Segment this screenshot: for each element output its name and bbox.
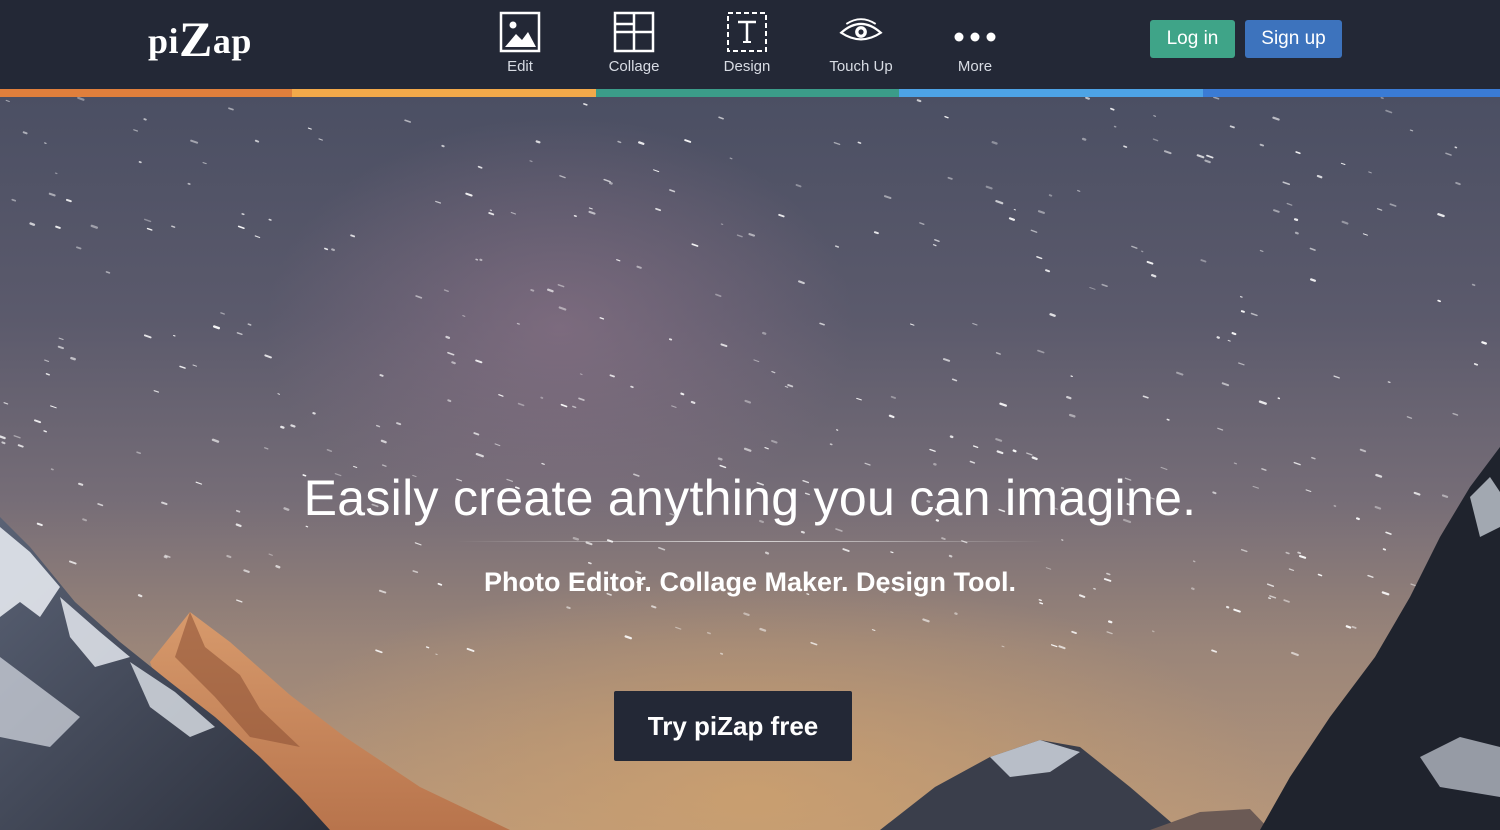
more-dots-icon — [953, 10, 997, 54]
nav-label-collage: Collage — [608, 58, 660, 75]
strip-segment — [1203, 89, 1500, 97]
nav-item-design[interactable]: Design — [697, 10, 797, 82]
hero-subtitle: Photo Editor. Collage Maker. Design Tool… — [483, 567, 1017, 597]
hero-title: Easily create anything you can imagine. — [303, 470, 1197, 526]
text-frame-icon — [725, 10, 769, 54]
nav-item-collage[interactable]: Collage — [584, 10, 684, 82]
title-divider — [455, 541, 1045, 542]
nav-item-more[interactable]: More — [925, 10, 1025, 82]
color-strip — [0, 89, 1500, 97]
nav-label-design: Design — [723, 58, 771, 75]
image-icon — [498, 10, 542, 54]
try-pizap-free-button[interactable]: Try piZap free — [614, 691, 852, 761]
nav-label-touch-up: Touch Up — [829, 58, 893, 75]
strip-segment — [596, 89, 899, 97]
strip-segment — [292, 89, 596, 97]
collage-grid-icon — [612, 10, 656, 54]
nav-item-edit[interactable]: Edit — [470, 10, 570, 82]
nav-label-more: More — [957, 58, 993, 75]
login-button[interactable]: Log in — [1150, 20, 1235, 58]
strip-segment — [0, 89, 292, 97]
nav-item-touch-up[interactable]: Touch Up — [811, 10, 911, 82]
eye-icon — [839, 10, 883, 54]
nav-label-edit: Edit — [507, 58, 533, 75]
strip-segment — [899, 89, 1203, 97]
top-navigation-bar: piZap Edit Collage Design Touch Up More … — [0, 0, 1500, 89]
hero-section: Easily create anything you can imagine. … — [0, 97, 1500, 830]
signup-button[interactable]: Sign up — [1245, 20, 1342, 58]
